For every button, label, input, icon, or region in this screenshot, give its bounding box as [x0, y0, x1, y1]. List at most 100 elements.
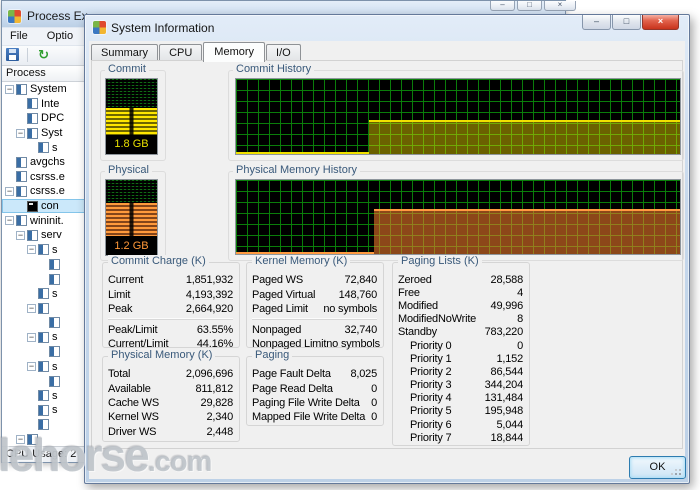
commit-free-segment: [106, 79, 157, 108]
tree-expander-icon[interactable]: −: [5, 186, 14, 196]
minimize-icon[interactable]: –: [582, 15, 611, 30]
process-icon: [27, 127, 38, 139]
column-header-label: Process: [6, 67, 46, 79]
resize-grip[interactable]: [679, 473, 681, 475]
refresh-button[interactable]: ↻: [38, 48, 49, 62]
tree-expander-icon[interactable]: [38, 318, 47, 327]
save-button[interactable]: [6, 48, 19, 64]
process-icon: [27, 434, 38, 446]
tab-label: Summary: [101, 47, 149, 59]
stat-row: Priority 1 1,152: [398, 352, 523, 365]
tree-expander-icon[interactable]: [38, 275, 47, 284]
paging-lists-title: Paging Lists (K): [398, 255, 482, 267]
paging-lists-group: Paging Lists (K) Zeroed 28,588 Free 4 Mo…: [392, 255, 530, 446]
tree-expander-icon[interactable]: [27, 289, 36, 298]
toolbar-separator: [27, 48, 29, 62]
tree-expander-icon[interactable]: [16, 202, 25, 211]
stat-row: Kernel WS 2,340: [108, 410, 233, 424]
tree-expander-icon[interactable]: [38, 347, 47, 356]
process-name: s: [52, 331, 58, 344]
tree-expander-icon[interactable]: −: [27, 362, 36, 372]
process-name: Inte: [41, 97, 60, 110]
physical-memory-rows: Total 2,096,696 Available 811,812 Cache …: [108, 367, 233, 439]
process-icon: [38, 331, 49, 343]
process-name: avgchs: [30, 156, 65, 169]
stat-value: 783,220: [484, 326, 524, 339]
tree-expander-icon[interactable]: [38, 377, 47, 386]
tab[interactable]: Memory: [203, 42, 266, 62]
process-name: s: [52, 404, 58, 417]
tree-expander-icon[interactable]: −: [5, 84, 14, 94]
commit-area: [369, 119, 680, 154]
process-icon: [16, 215, 27, 227]
commit-used-segment: [106, 107, 157, 135]
tree-expander-icon[interactable]: [16, 114, 25, 123]
close-icon[interactable]: ×: [642, 15, 679, 30]
paging-title: Paging: [252, 349, 293, 361]
process-icon: [16, 156, 27, 168]
process-icon: [38, 361, 49, 373]
commit-gauge-value: 1.8 GB: [114, 138, 149, 151]
tab[interactable]: Summary: [91, 44, 159, 61]
tree-expander-icon[interactable]: −: [16, 128, 25, 138]
maximize-icon[interactable]: □: [612, 15, 641, 30]
process-icon: [16, 83, 27, 95]
process-icon: [38, 288, 49, 300]
physical-baseline: [236, 252, 374, 254]
memory-tab-panel: Commit 1.8 GB Commit History Physical 1.…: [91, 60, 684, 449]
tree-expander-icon[interactable]: −: [16, 230, 25, 240]
paging-lists-rows: Zeroed 28,588 Free 4 Modified 49,996 Mod…: [398, 273, 523, 444]
stat-row: Priority 3 344,204: [398, 379, 523, 392]
tree-expander-icon[interactable]: −: [27, 245, 36, 255]
tree-expander-icon[interactable]: [27, 143, 36, 152]
cpu-usage-status: CPU Usage: 2: [6, 448, 77, 460]
commit-charge-title: Commit Charge (K): [108, 255, 209, 267]
physical-history-caption: Physical Memory History: [233, 164, 361, 176]
stat-row: Limit 4,193,392: [108, 287, 233, 301]
stat-label: Page Read Delta: [252, 382, 333, 395]
process-icon: [49, 258, 60, 270]
stat-row: Priority 7 18,844: [398, 431, 523, 444]
minimize-icon[interactable]: –: [490, 1, 515, 11]
ok-button[interactable]: OK: [629, 456, 686, 479]
tree-expander-icon[interactable]: [27, 420, 36, 429]
stat-value: 72,840: [344, 274, 378, 287]
kernel-memory-group: Kernel Memory (K) Paged WS 72,840 Paged …: [246, 255, 384, 350]
refresh-icon: ↻: [38, 47, 50, 62]
stat-label: Priority 1: [410, 352, 452, 365]
physical-memory-group: Physical Memory (K) Total 2,096,696 Avai…: [102, 349, 240, 442]
tab[interactable]: CPU: [159, 44, 203, 61]
stat-value: 18,844: [490, 431, 524, 444]
tree-expander-icon[interactable]: −: [16, 435, 25, 445]
tree-expander-icon[interactable]: [27, 406, 36, 415]
tree-expander-icon[interactable]: −: [27, 303, 36, 313]
dialog-client-area: Summary CPU Memory I/O Commit 1.8 GB Com…: [89, 41, 686, 479]
physical-memory-title: Physical Memory (K): [108, 349, 216, 361]
tree-expander-icon[interactable]: [38, 260, 47, 269]
menu-options[interactable]: Optio: [39, 28, 81, 42]
stat-value: 2,340: [206, 411, 233, 424]
tree-expander-icon[interactable]: [16, 99, 25, 108]
stat-label: Peak/Limit: [108, 323, 158, 336]
commit-gauge: 1.8 GB: [105, 78, 158, 155]
commit-gauge-group: Commit 1.8 GB: [100, 63, 166, 161]
stat-row: Peak 2,664,920: [108, 302, 233, 316]
tree-expander-icon[interactable]: [5, 158, 14, 167]
stat-value: 2,096,696: [185, 368, 233, 381]
physical-history-group: Physical Memory History: [228, 164, 684, 261]
maximize-icon[interactable]: □: [517, 1, 542, 11]
paging-rows: Page Fault Delta 8,025 Page Read Delta 0…: [252, 367, 377, 425]
tree-expander-icon[interactable]: [27, 391, 36, 400]
close-icon[interactable]: ×: [544, 1, 576, 11]
commit-history-caption: Commit History: [233, 63, 315, 75]
stat-row: Paged Limit no symbols: [252, 302, 377, 316]
tree-expander-icon[interactable]: −: [5, 216, 14, 226]
stat-value: 1,851,932: [185, 274, 233, 287]
menu-file[interactable]: File: [2, 28, 36, 42]
stat-value: 0: [371, 411, 377, 424]
tree-expander-icon[interactable]: −: [27, 332, 36, 342]
tree-expander-icon[interactable]: [5, 172, 14, 181]
kernel-memory-title: Kernel Memory (K): [252, 255, 351, 267]
tab[interactable]: I/O: [266, 44, 301, 61]
process-icon: [38, 142, 49, 154]
